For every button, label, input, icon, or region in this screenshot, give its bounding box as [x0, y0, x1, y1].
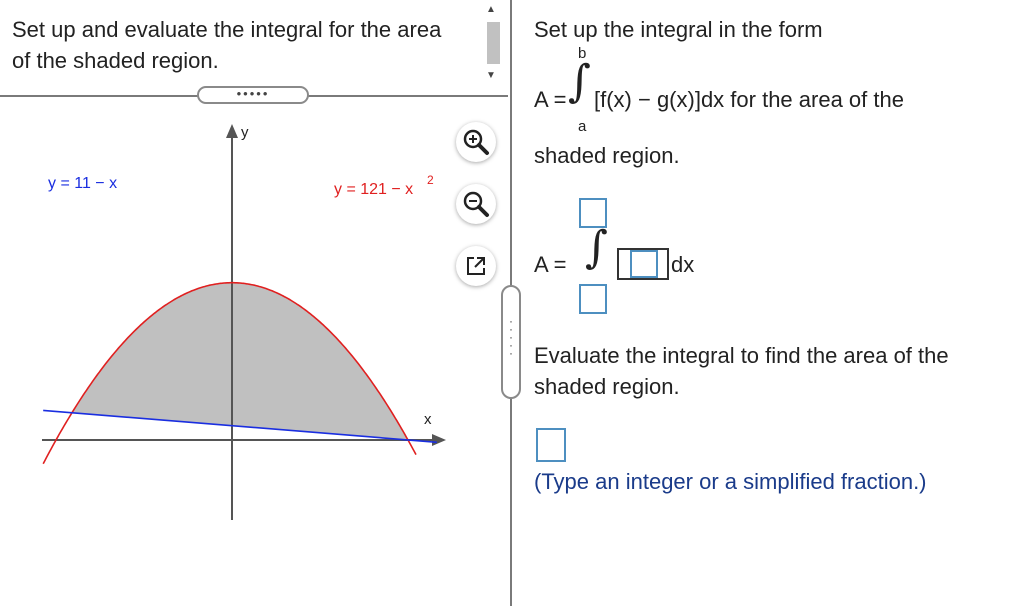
evaluate-text-line2: shaded region. — [534, 374, 680, 399]
lower-limit-input[interactable] — [579, 284, 607, 314]
integral-sign-icon: ∫ — [568, 56, 591, 107]
line-label: y = 11 − x — [48, 175, 117, 192]
formula-lower-limit: a — [578, 118, 587, 135]
scroll-up-arrow-icon[interactable]: ▲ — [486, 4, 496, 15]
zoom-out-button[interactable] — [456, 184, 496, 224]
parabola-label: y = 121 − x — [334, 181, 413, 198]
instruction-text: Set up the integral in the form — [534, 17, 823, 42]
answer-prefix: A = — [534, 252, 567, 277]
formula-prefix: A = — [534, 87, 567, 112]
x-axis-label: x — [424, 411, 432, 428]
handle-dots-icon: · · · · · — [509, 314, 513, 360]
integrand-input[interactable] — [630, 250, 658, 278]
zoom-in-icon — [463, 129, 489, 155]
popout-button[interactable] — [456, 246, 496, 286]
y-axis-label: y — [241, 124, 249, 141]
question-text: Set up and evaluate the integral for the… — [12, 17, 442, 73]
x-axis-arrow-icon — [432, 434, 446, 446]
scroll-thumb[interactable] — [487, 22, 500, 64]
vertical-resize-handle[interactable]: · · · · · — [501, 285, 521, 399]
graph: y x y = 11 − x y = 121 − x 2 — [42, 124, 446, 520]
parabola-label-exponent: 2 — [427, 173, 434, 187]
answer-hint: (Type an integer or a simplified fractio… — [534, 469, 927, 494]
instruction-end: shaded region. — [534, 143, 680, 168]
formula-body: [f(x) − g(x)]dx for the area of the — [594, 87, 904, 112]
scroll-down-arrow-icon[interactable]: ▼ — [486, 70, 496, 81]
popout-icon — [467, 257, 485, 275]
zoom-out-icon — [463, 191, 489, 217]
area-answer-input[interactable] — [536, 428, 566, 462]
zoom-in-button[interactable] — [456, 122, 496, 162]
answer-dx: dx — [671, 252, 695, 277]
answer-integral-sign-icon: ∫ — [585, 222, 608, 273]
horizontal-resize-handle[interactable]: ••••• — [197, 86, 309, 104]
y-axis-arrow-icon — [226, 124, 238, 138]
evaluate-text-line1: Evaluate the integral to find the area o… — [534, 343, 949, 368]
